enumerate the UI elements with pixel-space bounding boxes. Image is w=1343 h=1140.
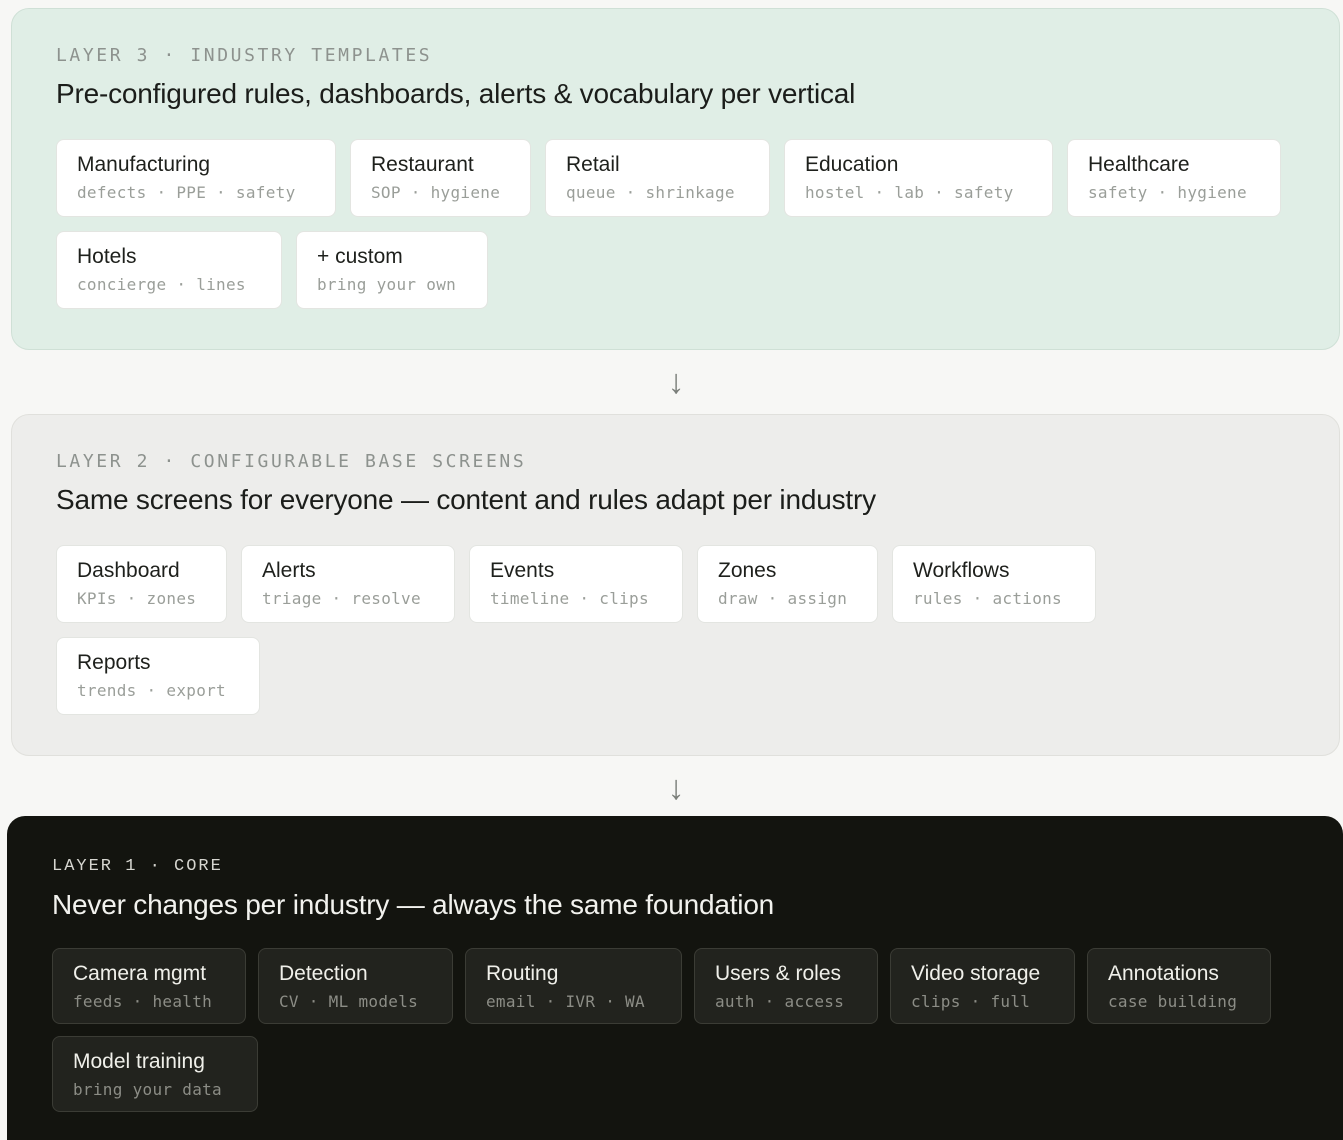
layer-3-title: Pre-configured rules, dashboards, alerts… [56,78,856,109]
chip-healthcare: Healthcare safety · hygiene [1067,139,1281,217]
chip-zones: Zones draw · assign [697,545,878,623]
chip-subtitle: queue · shrinkage [566,183,735,202]
chip-title: Alerts [262,559,316,582]
chip-title: Users & roles [715,962,842,985]
chip-subtitle: defects · PPE · safety [77,183,296,202]
chip-dashboard: Dashboard KPIs · zones [56,545,227,623]
chip-subtitle: case building [1108,992,1238,1011]
chip-routing: Routing email · IVR · WA [465,948,682,1024]
arrow-down-icon: ↓ [667,363,685,401]
chip-manufacturing: Manufacturing defects · PPE · safety [56,139,336,217]
chip-title: + custom [317,245,403,268]
chip-hotels: Hotels concierge · lines [56,231,282,309]
chip-subtitle: CV · ML models [279,992,419,1011]
layer-3-chips: Manufacturing defects · PPE · safety Res… [56,139,1296,309]
chip-title: Dashboard [77,559,180,582]
chip-subtitle: bring your own [317,275,457,294]
chip-subtitle: trends · export [77,681,226,700]
arrow-down-icon: ↓ [667,769,685,807]
chip-education: Education hostel · lab · safety [784,139,1053,217]
chip-title: Routing [486,962,559,985]
chip-subtitle: timeline · clips [490,589,649,608]
chip-restaurant: Restaurant SOP · hygiene [350,139,531,217]
chip-subtitle: SOP · hygiene [371,183,501,202]
chip-camera-mgmt: Camera mgmt feeds · health [52,948,246,1024]
chip-title: Camera mgmt [73,962,207,985]
chip-title: Restaurant [371,153,474,176]
chip-subtitle: feeds · health [73,992,213,1011]
chip-title: Workflows [913,559,1010,582]
chip-reports: Reports trends · export [56,637,260,715]
chip-title: Events [490,559,555,582]
chip-subtitle: triage · resolve [262,589,421,608]
chip-subtitle: email · IVR · WA [486,992,645,1011]
chip-subtitle: draw · assign [718,589,848,608]
chip-subtitle: auth · access [715,992,845,1011]
chip-video-storage: Video storage clips · full [890,948,1075,1024]
chip-title: Model training [73,1050,205,1073]
chip-title: Reports [77,651,151,674]
chip-title: Education [805,153,899,176]
layer-1-eyebrow: LAYER 1 · CORE [52,857,223,876]
chip-subtitle: rules · actions [913,589,1062,608]
chip-retail: Retail queue · shrinkage [545,139,770,217]
chip-title: Annotations [1108,962,1219,985]
layer-1-chips: Camera mgmt feeds · health Detection CV … [52,948,1292,1112]
chip-workflows: Workflows rules · actions [892,545,1096,623]
layer-1-title: Never changes per industry — always the … [52,889,775,920]
chip-model-training: Model training bring your data [52,1036,258,1112]
layer-2-configurable-base-screens: LAYER 2 · CONFIGURABLE BASE SCREENS Same… [11,414,1340,756]
chip-events: Events timeline · clips [469,545,683,623]
chip-title: Detection [279,962,368,985]
chip-title: Retail [566,153,620,176]
chip-subtitle: hostel · lab · safety [805,183,1014,202]
layer-2-title: Same screens for everyone — content and … [56,484,876,515]
chip-title: Manufacturing [77,153,211,176]
chip-title: Hotels [77,245,137,268]
layer-2-chips: Dashboard KPIs · zones Alerts triage · r… [56,545,1296,715]
chip-subtitle: concierge · lines [77,275,246,294]
chip-annotations: Annotations case building [1087,948,1271,1024]
chip-alerts: Alerts triage · resolve [241,545,455,623]
chip-title: Video storage [911,962,1041,985]
chip-custom: + custom bring your own [296,231,488,309]
layer-3-industry-templates: LAYER 3 · INDUSTRY TEMPLATES Pre-configu… [11,8,1340,350]
chip-detection: Detection CV · ML models [258,948,453,1024]
chip-title: Zones [718,559,777,582]
layer-2-eyebrow: LAYER 2 · CONFIGURABLE BASE SCREENS [56,451,527,472]
architecture-diagram: LAYER 3 · INDUSTRY TEMPLATES Pre-configu… [0,0,1343,1140]
chip-subtitle: clips · full [911,992,1031,1011]
chip-subtitle: safety · hygiene [1088,183,1247,202]
chip-subtitle: KPIs · zones [77,589,197,608]
chip-subtitle: bring your data [73,1080,222,1099]
chip-title: Healthcare [1088,153,1190,176]
layer-3-eyebrow: LAYER 3 · INDUSTRY TEMPLATES [56,45,433,66]
chip-users-roles: Users & roles auth · access [694,948,878,1024]
layer-1-core: LAYER 1 · CORE Never changes per industr… [7,816,1343,1140]
